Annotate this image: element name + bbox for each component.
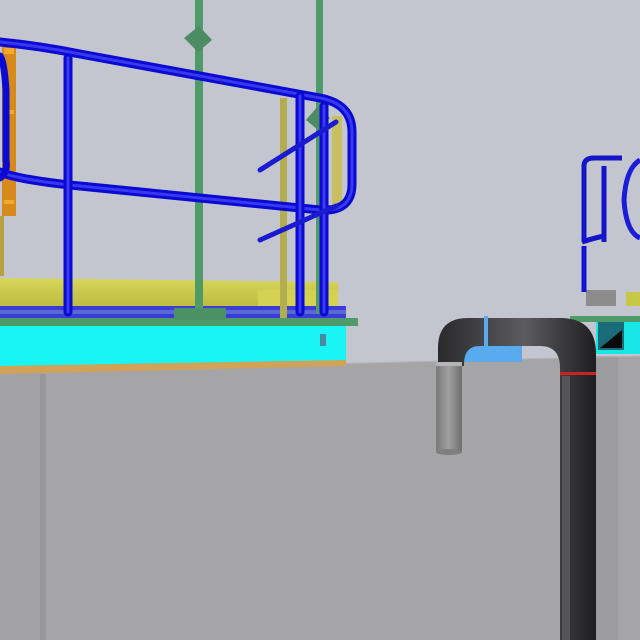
- yellow-grating: [0, 278, 346, 318]
- 3d-model-viewport[interactable]: [0, 0, 640, 640]
- concrete-wall: [0, 355, 640, 640]
- cyan-platform-edge: [0, 318, 358, 374]
- scene-canvas[interactable]: [0, 0, 640, 640]
